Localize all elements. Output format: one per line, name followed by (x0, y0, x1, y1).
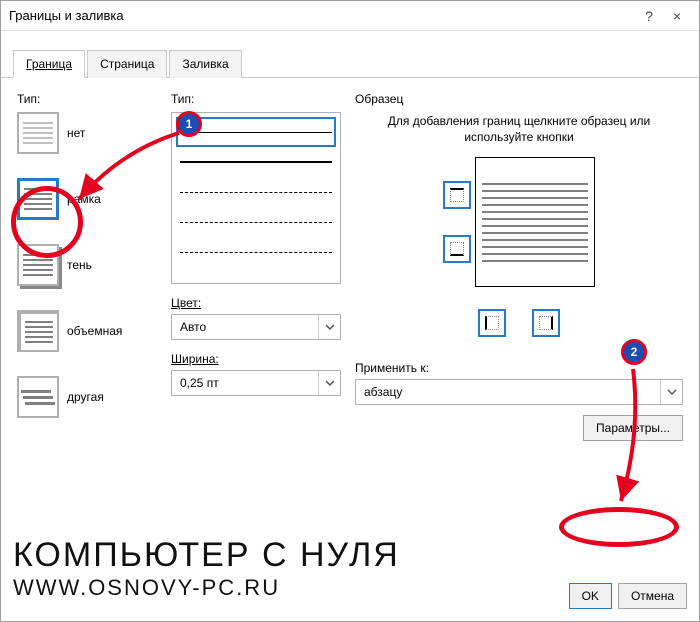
type-option-box[interactable]: рамка (17, 178, 157, 220)
style-dashed-long[interactable] (176, 207, 336, 237)
params-row: Параметры... (355, 415, 683, 441)
type-icon-box (17, 178, 59, 220)
help-button[interactable]: ? (635, 8, 663, 24)
style-dashed-mixed[interactable] (176, 237, 336, 267)
tab-page[interactable]: Страница (87, 50, 167, 78)
chevron-down-icon (660, 380, 682, 404)
type-text-3d: объемная (67, 324, 122, 338)
tab-fill[interactable]: Заливка (169, 50, 241, 78)
tab-strip: Граница Страница Заливка (1, 31, 699, 78)
type-icon-3d (17, 310, 59, 352)
titlebar: Границы и заливка ? × (1, 1, 699, 31)
edge-left-button[interactable] (478, 309, 506, 337)
edge-right-button[interactable] (532, 309, 560, 337)
color-value: Авто (180, 320, 206, 334)
cancel-button[interactable]: Отмена (618, 583, 687, 609)
watermark: КОМПЬЮТЕР С НУЛЯ WWW.OSNOVY-PC.RU (13, 538, 400, 599)
type-option-3d[interactable]: объемная (17, 310, 157, 352)
style-dashed-short[interactable] (176, 177, 336, 207)
style-column: Тип: Цвет: Авто Ширина: 0,25 пт (171, 92, 341, 442)
type-text-custom: другая (67, 390, 104, 404)
close-button[interactable]: × (663, 8, 691, 24)
type-icon-none (17, 112, 59, 154)
border-preview[interactable] (475, 157, 595, 287)
edge-top-button[interactable] (443, 181, 471, 209)
sample-hint: Для добавления границ щелкните образец и… (355, 114, 683, 145)
dialog-body: Тип: нет рамка тень (1, 78, 699, 448)
window-title: Границы и заливка (9, 8, 635, 23)
sample-label: Образец (355, 92, 683, 106)
width-dropdown[interactable]: 0,25 пт (171, 370, 341, 396)
width-label: Ширина: (171, 352, 341, 366)
ok-button[interactable]: OK (569, 583, 612, 609)
chevron-down-icon (318, 315, 340, 339)
type-label: Тип: (17, 92, 157, 106)
type-icon-custom (17, 376, 59, 418)
color-dropdown[interactable]: Авто (171, 314, 341, 340)
borders-and-shading-dialog: Границы и заливка ? × Граница Страница З… (0, 0, 700, 622)
color-label: Цвет: (171, 296, 341, 310)
type-option-shadow[interactable]: тень (17, 244, 157, 286)
chevron-down-icon (318, 371, 340, 395)
style-solid-thin[interactable] (176, 117, 336, 147)
watermark-line1: КОМПЬЮТЕР С НУЛЯ (13, 538, 400, 574)
line-style-list[interactable] (171, 112, 341, 284)
style-solid-thick[interactable] (176, 147, 336, 177)
type-text-box: рамка (67, 192, 101, 206)
apply-to-value: абзацу (364, 385, 402, 399)
sample-area (355, 157, 683, 287)
type-text-none: нет (67, 126, 85, 140)
apply-to-label: Применить к: (355, 361, 683, 375)
apply-to-dropdown[interactable]: абзацу (355, 379, 683, 405)
type-column: Тип: нет рамка тень (17, 92, 157, 442)
options-button[interactable]: Параметры... (583, 415, 683, 441)
type-icon-shadow (17, 244, 59, 286)
apply-to-row: Применить к: абзацу (355, 361, 683, 405)
dialog-footer: OK Отмена (569, 583, 687, 609)
edge-bottom-button[interactable] (443, 235, 471, 263)
type-text-shadow: тень (67, 258, 92, 272)
style-label: Тип: (171, 92, 341, 106)
width-value: 0,25 пт (180, 376, 219, 390)
sample-bottom-buttons (355, 309, 683, 337)
type-option-none[interactable]: нет (17, 112, 157, 154)
annotation-circle-2 (559, 507, 679, 547)
type-option-custom[interactable]: другая (17, 376, 157, 418)
sample-column: Образец Для добавления границ щелкните о… (355, 92, 683, 442)
tab-border[interactable]: Граница (13, 50, 85, 78)
watermark-line2: WWW.OSNOVY-PC.RU (13, 576, 400, 599)
sample-left-buttons (443, 181, 471, 263)
